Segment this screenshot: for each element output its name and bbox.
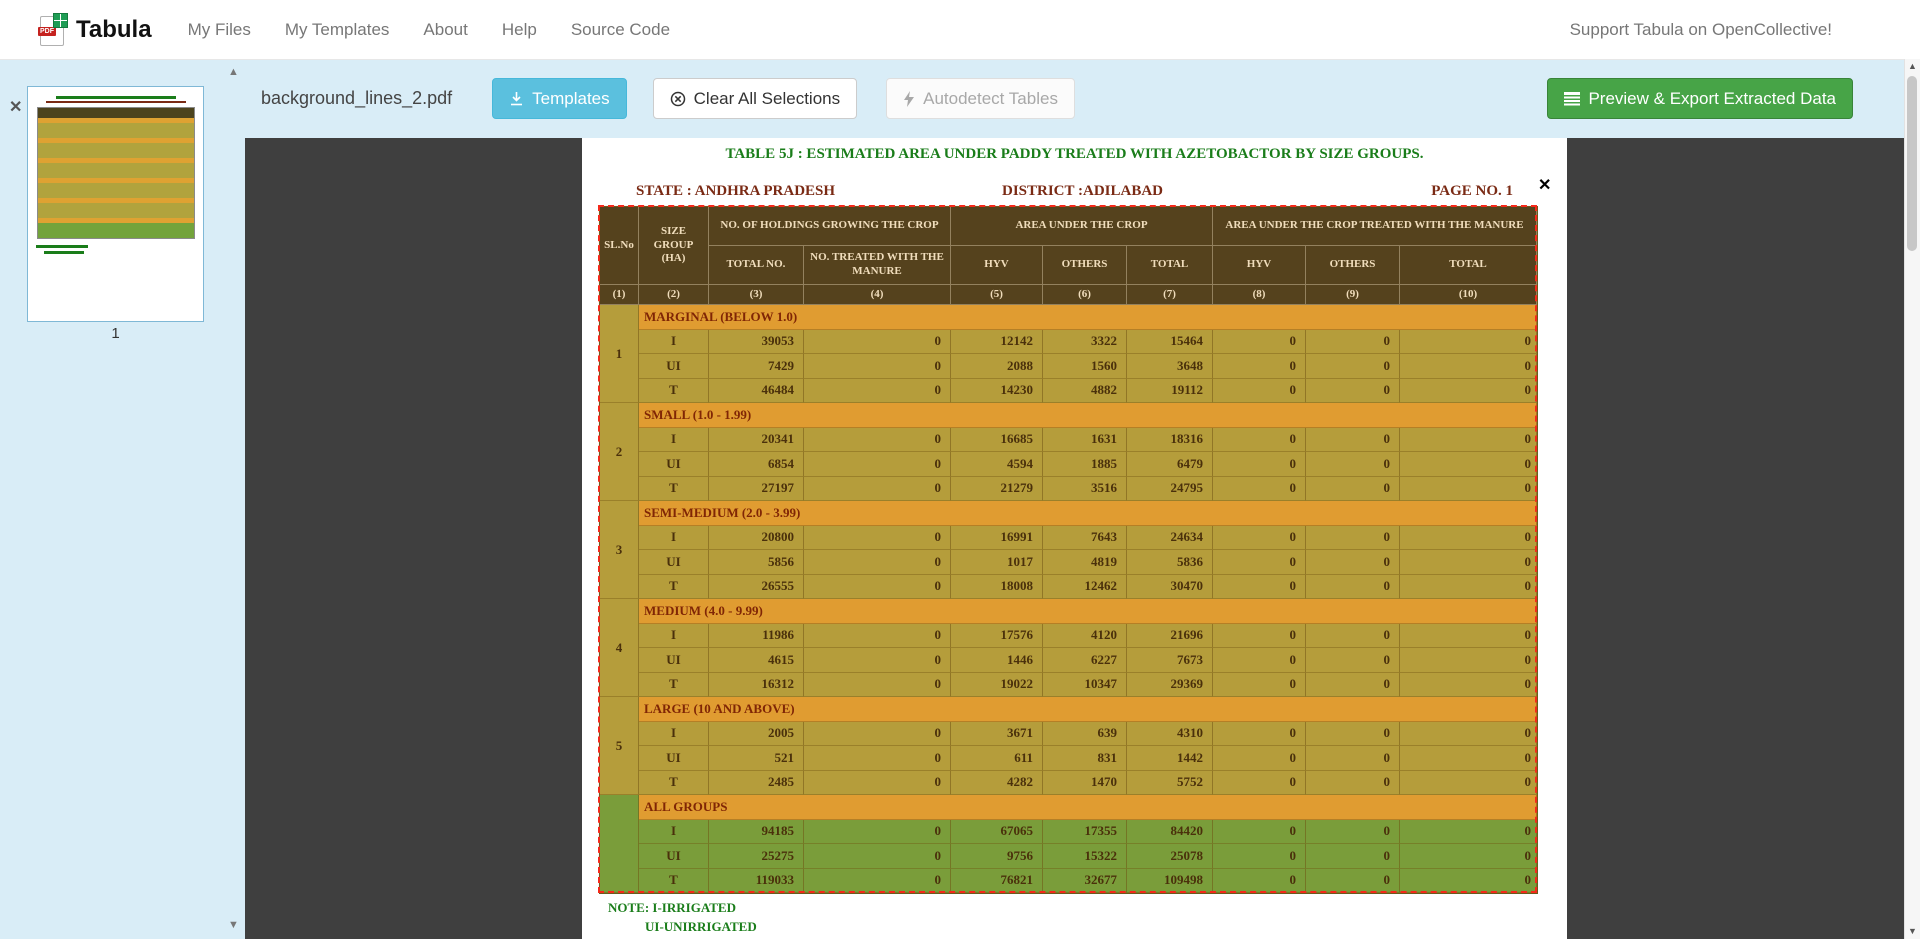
remove-page-icon[interactable]: ✕ (9, 97, 22, 117)
sidebar-scroll-down-icon[interactable]: ▼ (228, 920, 239, 931)
main-scrollbar: ▲ ▼ (1904, 59, 1920, 939)
thumb-mini-table (37, 107, 195, 239)
page-no-label: PAGE NO. 1 (1431, 183, 1513, 200)
scroll-down-icon[interactable]: ▼ (1905, 927, 1920, 936)
pdf-page[interactable]: TABLE 5J : ESTIMATED AREA UNDER PADDY TR… (582, 138, 1567, 939)
pdf-badge: PDF (38, 27, 56, 36)
support-link[interactable]: Support Tabula on OpenCollective! (1570, 20, 1832, 40)
pdf-filename: background_lines_2.pdf (261, 88, 452, 109)
lightning-icon (903, 91, 915, 107)
sidebar-scroll-up-icon[interactable]: ▲ (228, 67, 239, 78)
brand-name: Tabula (76, 16, 152, 44)
selection-close-icon[interactable]: ✕ (1538, 178, 1551, 194)
nav-links: My Files My Templates About Help Source … (188, 20, 670, 40)
thumb-subtitle-line (46, 101, 186, 103)
brand[interactable]: PDF Tabula (40, 15, 152, 45)
templates-button[interactable]: Templates (492, 78, 626, 119)
export-table-icon (1564, 92, 1580, 106)
state-label: STATE : ANDHRA PRADESH (636, 183, 835, 200)
tabula-logo-icon: PDF (40, 15, 66, 45)
nav-help[interactable]: Help (502, 20, 537, 40)
toolbar: background_lines_2.pdf Templates Clear A… (245, 59, 1905, 138)
page-number-label: 1 (27, 325, 204, 342)
pdf-viewport: TABLE 5J : ESTIMATED AREA UNDER PADDY TR… (245, 138, 1905, 939)
note-line-2: UI-UNIRRIGATED (645, 919, 757, 935)
scrollbar-thumb[interactable] (1907, 76, 1917, 251)
nav-source-code[interactable]: Source Code (571, 20, 670, 40)
nav-my-templates[interactable]: My Templates (285, 20, 390, 40)
clear-all-selections-button[interactable]: Clear All Selections (653, 78, 857, 119)
top-navbar: PDF Tabula My Files My Templates About H… (0, 0, 1920, 60)
nav-about[interactable]: About (423, 20, 467, 40)
table-selection[interactable] (598, 205, 1537, 893)
autodetect-tables-button[interactable]: Autodetect Tables (886, 78, 1075, 119)
clear-selections-icon (670, 91, 686, 107)
district-label: DISTRICT :ADILABAD (1002, 183, 1163, 200)
document-title: TABLE 5J : ESTIMATED AREA UNDER PADDY TR… (582, 146, 1567, 163)
preview-export-button[interactable]: Preview & Export Extracted Data (1547, 78, 1853, 119)
scroll-up-icon[interactable]: ▲ (1905, 62, 1920, 71)
page-thumbnail[interactable] (27, 86, 204, 322)
templates-icon (509, 91, 524, 106)
page-thumbnail-sidebar: ✕ 1 ▲ ▼ (0, 59, 245, 939)
thumb-title-line (56, 96, 176, 99)
app-body: ✕ 1 ▲ ▼ background_lines_2.pdf Templates (0, 59, 1920, 939)
table-grid-icon (53, 13, 68, 28)
nav-my-files[interactable]: My Files (188, 20, 251, 40)
note-line-1: NOTE: I-IRRIGATED (608, 900, 736, 916)
